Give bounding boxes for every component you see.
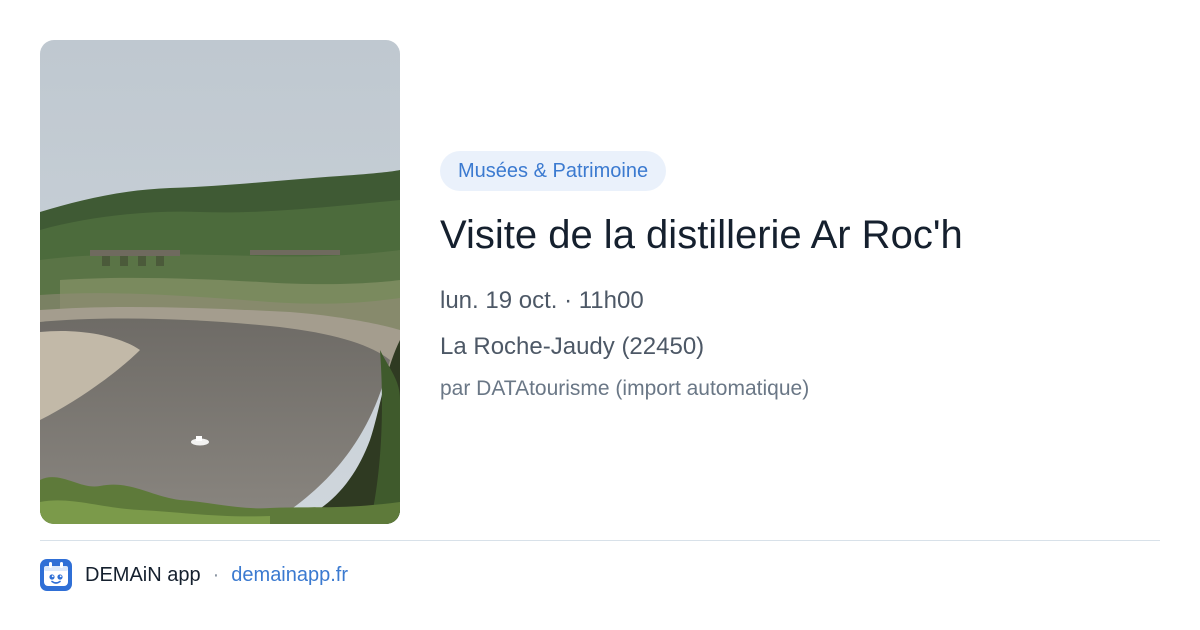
footer-divider — [40, 540, 1160, 541]
app-url-link[interactable]: demainapp.fr — [231, 564, 348, 587]
category-badge: Musées & Patrimoine — [440, 151, 667, 191]
event-title: Visite de la distillerie Ar Roc'h — [440, 213, 963, 257]
event-photo — [40, 40, 400, 524]
footer-separator: · — [212, 563, 220, 586]
event-date: lun. 19 oct. · 11h00 — [440, 287, 644, 314]
demain-app-icon — [40, 559, 72, 591]
event-location: La Roche-Jaudy (22450) — [440, 333, 705, 360]
footer: DEMAiN app · demainapp.fr — [40, 558, 348, 592]
event-source: par DATAtourisme (import automatique) — [440, 377, 810, 400]
river-valley-image — [40, 40, 400, 524]
app-name: DEMAiN app — [85, 563, 201, 586]
